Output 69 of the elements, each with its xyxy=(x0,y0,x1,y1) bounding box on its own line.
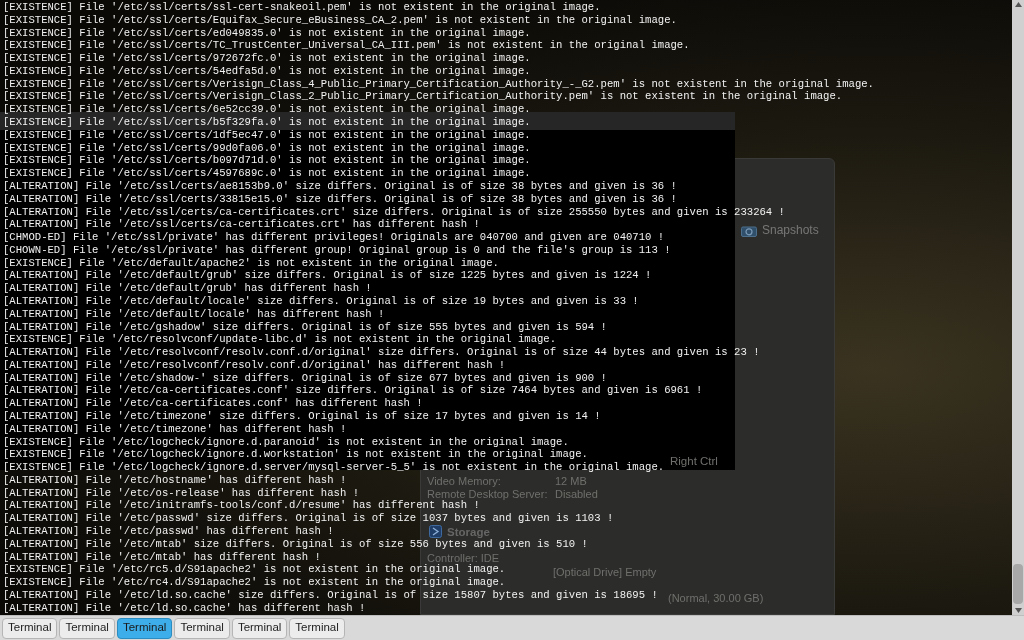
terminal-line: [ALTERATION] File '/etc/mtab' size differs. Original is of size 556 bytes and given is 510 ! xyxy=(3,537,588,551)
disk-value: (Normal, 30.00 GB) xyxy=(668,592,764,604)
terminal-line: [EXISTENCE] File '/etc/rc4.d/S91apache2' is not existent in the original image. xyxy=(3,576,506,589)
terminal-line: [EXISTENCE] File '/etc/ssl/certs/6e52cc39.0' is not existent in the original image. xyxy=(3,103,531,117)
terminal-line: [EXISTENCE] File '/etc/logcheck/ignore.d.workstation' is not existent in the original image. xyxy=(3,448,588,462)
terminal-line: [EXISTENCE] File '/etc/ssl/certs/Equifax_Secure_eBusiness_CA_2.pem' is not existent in the original image. xyxy=(3,13,677,27)
setting-value: Disabled xyxy=(555,488,598,500)
taskbar-button[interactable]: Terminal xyxy=(116,617,173,639)
terminal-line: [ALTERATION] File '/etc/ca-certificates.conf' size differs. Original is of size 7464 bytes and given is 6961 ! xyxy=(3,384,703,398)
scrollbar[interactable] xyxy=(1012,0,1024,615)
taskbar-button[interactable]: Terminal xyxy=(59,617,115,639)
terminal-line: [ALTERATION] File '/etc/resolvconf/resolv.conf.d/original' size differs. Original is of size 44 bytes and given is 23 ! xyxy=(3,346,760,359)
terminal-line: [CHOWN-ED] File '/etc/ssl/private' has different group! Original group is 0 and the file's group is 113 ! xyxy=(3,243,671,257)
terminal-line: [EXISTENCE] File '/etc/ssl/certs/54edfa5d.0' is not existent in the original image. xyxy=(3,64,531,78)
terminal-line: [ALTERATION] File '/etc/ssl/certs/ae8153b9.0' size differs. Original is of size 38 bytes and given is 36 ! xyxy=(3,179,677,193)
terminal-line: [ALTERATION] File '/etc/resolvconf/resolv.conf.d/original' has different hash ! xyxy=(3,358,506,372)
terminal-line: [EXISTENCE] File '/etc/ssl/certs/b5f329fa.0' is not existent in the original image. xyxy=(3,116,531,129)
scroll-up-icon[interactable] xyxy=(1014,2,1022,7)
terminal-line: [ALTERATION] File '/etc/passwd' size differs. Original is of size 1037 bytes and given is 1103 ! xyxy=(3,512,614,526)
terminal-line: [CHMOD-ED] File '/etc/ssl/private' has different privileges! Originals are 040700 and given are 040710 ! xyxy=(3,231,665,244)
terminal-line: [EXISTENCE] File '/etc/rc5.d/S91apache2' is not existent in the original image. xyxy=(3,563,506,577)
terminal-line: [EXISTENCE] File '/etc/ssl/certs/ed049835.0' is not existent in the original image. xyxy=(3,26,531,40)
terminal-line: [EXISTENCE] File '/etc/ssl/certs/TC_TrustCenter_Universal_CA_III.pem' is not existent in the original image. xyxy=(3,39,690,53)
terminal-line: [EXISTENCE] File '/etc/ssl/certs/Verisign_Class_4_Public_Primary_Certification_Authority_-_G2.pem' is not existent in the original image. xyxy=(3,77,874,91)
scrollbar-thumb[interactable] xyxy=(1013,564,1023,604)
terminal-line: [ALTERATION] File '/etc/initramfs-tools/conf.d/resume' has different hash ! xyxy=(3,499,480,513)
terminal-line: [ALTERATION] File '/etc/default/locale' has different hash ! xyxy=(3,307,385,321)
terminal-line: [ALTERATION] File '/etc/shadow-' size differs. Original is of size 677 bytes and given is 900 ! xyxy=(3,371,607,385)
terminal-line: [EXISTENCE] File '/etc/ssl/certs/99d0fa06.0' is not existent in the original image. xyxy=(3,141,531,155)
terminal-line: [ALTERATION] File '/etc/ld.so.cache' has different hash ! xyxy=(3,601,366,615)
terminal-line: [ALTERATION] File '/etc/ca-certificates.conf' has different hash ! xyxy=(3,397,423,410)
terminal-line: [ALTERATION] File '/etc/default/grub' size differs. Original is of size 1225 bytes and given is 1224 ! xyxy=(3,269,652,283)
terminal-line: [EXISTENCE] File '/etc/ssl/certs/972672fc.0' is not existent in the original image. xyxy=(3,52,531,65)
terminal-line: [ALTERATION] File '/etc/passwd' has different hash ! xyxy=(3,525,334,538)
taskbar-button[interactable]: Terminal xyxy=(2,617,58,639)
terminal-line: [ALTERATION] File '/etc/gshadow' size differs. Original is of size 555 bytes and given is 594 ! xyxy=(3,320,607,334)
terminal-line: [EXISTENCE] File '/etc/ssl/certs/b097d71d.0' is not existent in the original image. xyxy=(3,154,531,168)
terminal-line: [EXISTENCE] File '/etc/ssl/certs/4597689c.0' is not existent in the original image. xyxy=(3,167,531,180)
terminal-line: [ALTERATION] File '/etc/timezone' has different hash ! xyxy=(3,422,347,436)
terminal-line: [EXISTENCE] File '/etc/default/apache2' is not existent in the original image. xyxy=(3,256,499,270)
terminal-line: [ALTERATION] File '/etc/ld.so.cache' size differs. Original is of size 15807 bytes and given is 18695 ! xyxy=(3,588,658,602)
terminal-line: [ALTERATION] File '/etc/mtab' has different hash ! xyxy=(3,550,321,564)
host-key-label: Right Ctrl xyxy=(670,455,718,467)
terminal-line: [ALTERATION] File '/etc/os-release' has different hash ! xyxy=(3,486,359,500)
terminal-line: [ALTERATION] File '/etc/ssl/certs/ca-certificates.crt' has different hash ! xyxy=(3,218,480,232)
setting-label: Video Memory: xyxy=(427,475,501,487)
device-value: [Optical Drive] Empty xyxy=(553,566,657,578)
terminal-line: [EXISTENCE] File '/etc/resolvconf/update-libc.d' is not existent in the original image. xyxy=(3,333,557,347)
terminal-line: [ALTERATION] File '/etc/hostname' has different hash ! xyxy=(3,473,347,487)
terminal-line: [ALTERATION] File '/etc/default/locale' size differs. Original is of size 19 bytes and given is 33 ! xyxy=(3,294,639,308)
controller-label: Controller: IDE xyxy=(427,552,500,564)
terminal-line: [EXISTENCE] File '/etc/logcheck/ignore.d.paranoid' is not existent in the original image. xyxy=(3,435,569,449)
storage-icon xyxy=(429,525,442,538)
terminal-line: [EXISTENCE] File '/etc/ssl/certs/ssl-cert-snakeoil.pem' is not existent in the original image. xyxy=(3,1,601,14)
terminal-line: [ALTERATION] File '/etc/timezone' size differs. Original is of size 17 bytes and given is 14 ! xyxy=(3,410,601,423)
terminal-line: [EXISTENCE] File '/etc/ssl/certs/Verisign_Class_2_Public_Primary_Certification_Authority.pem' is not existent in the original image. xyxy=(3,90,843,104)
taskbar-button[interactable]: Terminal xyxy=(289,617,345,639)
camera-icon xyxy=(741,225,757,237)
scroll-down-icon[interactable] xyxy=(1014,608,1022,613)
terminal-line: [ALTERATION] File '/etc/ssl/certs/ca-certificates.crt' size differs. Original is of size 255550 bytes and given is 233264 ! xyxy=(3,205,785,219)
terminal-line: [ALTERATION] File '/etc/ssl/certs/33815e15.0' size differs. Original is of size 38 bytes and given is 36 ! xyxy=(3,192,677,206)
taskbar-button[interactable]: Terminal xyxy=(231,617,288,639)
taskbar-button[interactable]: Terminal xyxy=(174,617,230,639)
setting-value: 12 MB xyxy=(555,475,587,487)
terminal-line: [EXISTENCE] File '/etc/logcheck/ignore.d.server/mysql-server-5_5' is not existent in the original image. xyxy=(3,461,665,474)
setting-label: Remote Desktop Server: xyxy=(427,488,548,500)
terminal-line: [EXISTENCE] File '/etc/ssl/certs/1df5ec47.0' is not existent in the original image. xyxy=(3,128,531,142)
terminal-line: [ALTERATION] File '/etc/default/grub' has different hash ! xyxy=(3,282,372,295)
section-title: Storage xyxy=(447,526,490,538)
